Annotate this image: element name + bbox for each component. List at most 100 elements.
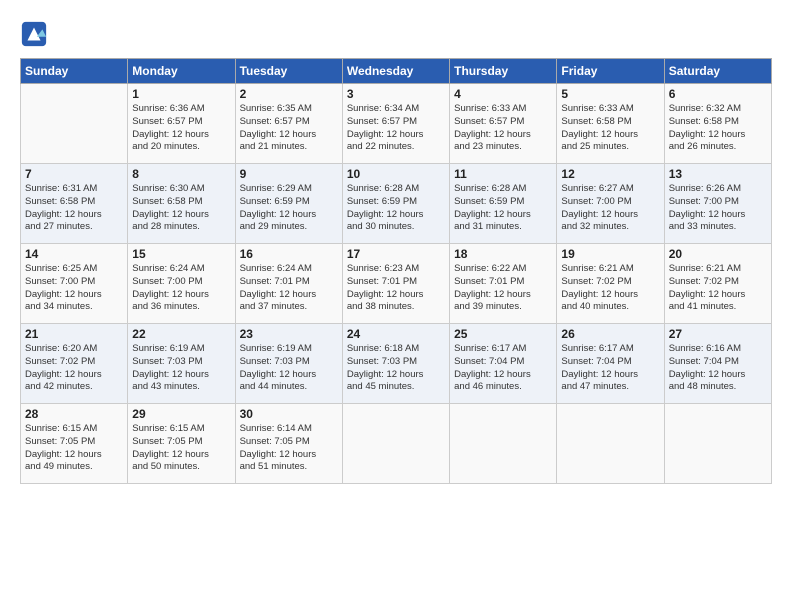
- calendar-cell: 29 Sunrise: 6:15 AM Sunset: 7:05 PM Dayli…: [128, 404, 235, 484]
- calendar-cell: [450, 404, 557, 484]
- day-info: Sunrise: 6:36 AM Sunset: 6:57 PM Dayligh…: [132, 103, 230, 154]
- page: SundayMondayTuesdayWednesdayThursdayFrid…: [0, 0, 792, 612]
- day-number: 19: [561, 247, 659, 261]
- day-info: Sunrise: 6:30 AM Sunset: 6:58 PM Dayligh…: [132, 183, 230, 234]
- calendar-week-row: 7 Sunrise: 6:31 AM Sunset: 6:58 PM Daylig…: [21, 164, 772, 244]
- calendar-cell: 21Sunrise: 6:20 AM Sunset: 7:02 PM Dayli…: [21, 324, 128, 404]
- day-info: Sunrise: 6:18 AM Sunset: 7:03 PM Dayligh…: [347, 343, 445, 394]
- calendar-week-row: 21Sunrise: 6:20 AM Sunset: 7:02 PM Dayli…: [21, 324, 772, 404]
- calendar-table: SundayMondayTuesdayWednesdayThursdayFrid…: [20, 58, 772, 484]
- calendar-cell: 28 Sunrise: 6:15 AM Sunset: 7:05 PM Dayli…: [21, 404, 128, 484]
- calendar-cell: 6 Sunrise: 6:32 AM Sunset: 6:58 PM Daylig…: [664, 84, 771, 164]
- calendar-cell: [664, 404, 771, 484]
- day-info: Sunrise: 6:21 AM Sunset: 7:02 PM Dayligh…: [669, 263, 767, 314]
- calendar-cell: 17 Sunrise: 6:23 AM Sunset: 7:01 PM Dayli…: [342, 244, 449, 324]
- weekday-header: Monday: [128, 59, 235, 84]
- calendar-cell: 7 Sunrise: 6:31 AM Sunset: 6:58 PM Daylig…: [21, 164, 128, 244]
- calendar-cell: 5Sunrise: 6:33 AM Sunset: 6:58 PM Daylig…: [557, 84, 664, 164]
- day-info: Sunrise: 6:24 AM Sunset: 7:00 PM Dayligh…: [132, 263, 230, 314]
- calendar-cell: 30 Sunrise: 6:14 AM Sunset: 7:05 PM Dayli…: [235, 404, 342, 484]
- calendar-cell: 15 Sunrise: 6:24 AM Sunset: 7:00 PM Dayli…: [128, 244, 235, 324]
- day-number: 1: [132, 87, 230, 101]
- calendar-cell: 9 Sunrise: 6:29 AM Sunset: 6:59 PM Daylig…: [235, 164, 342, 244]
- calendar-cell: [557, 404, 664, 484]
- weekday-header: Saturday: [664, 59, 771, 84]
- logo: [20, 20, 50, 48]
- calendar-cell: 10 Sunrise: 6:28 AM Sunset: 6:59 PM Dayli…: [342, 164, 449, 244]
- day-number: 24: [347, 327, 445, 341]
- calendar-cell: 14Sunrise: 6:25 AM Sunset: 7:00 PM Dayli…: [21, 244, 128, 324]
- day-info: Sunrise: 6:17 AM Sunset: 7:04 PM Dayligh…: [454, 343, 552, 394]
- day-number: 11: [454, 167, 552, 181]
- day-info: Sunrise: 6:33 AM Sunset: 6:57 PM Dayligh…: [454, 103, 552, 154]
- day-number: 10: [347, 167, 445, 181]
- logo-icon: [20, 20, 48, 48]
- calendar-cell: 8 Sunrise: 6:30 AM Sunset: 6:58 PM Daylig…: [128, 164, 235, 244]
- day-number: 29: [132, 407, 230, 421]
- calendar-cell: [342, 404, 449, 484]
- calendar-cell: 16Sunrise: 6:24 AM Sunset: 7:01 PM Dayli…: [235, 244, 342, 324]
- day-info: Sunrise: 6:32 AM Sunset: 6:58 PM Dayligh…: [669, 103, 767, 154]
- day-info: Sunrise: 6:17 AM Sunset: 7:04 PM Dayligh…: [561, 343, 659, 394]
- day-number: 8: [132, 167, 230, 181]
- day-number: 18: [454, 247, 552, 261]
- calendar-cell: 4Sunrise: 6:33 AM Sunset: 6:57 PM Daylig…: [450, 84, 557, 164]
- day-number: 15: [132, 247, 230, 261]
- weekday-header: Wednesday: [342, 59, 449, 84]
- day-number: 3: [347, 87, 445, 101]
- day-info: Sunrise: 6:28 AM Sunset: 6:59 PM Dayligh…: [454, 183, 552, 234]
- calendar-cell: 26 Sunrise: 6:17 AM Sunset: 7:04 PM Dayli…: [557, 324, 664, 404]
- day-info: Sunrise: 6:23 AM Sunset: 7:01 PM Dayligh…: [347, 263, 445, 314]
- calendar-cell: 1 Sunrise: 6:36 AM Sunset: 6:57 PM Daylig…: [128, 84, 235, 164]
- day-number: 12: [561, 167, 659, 181]
- weekday-header: Tuesday: [235, 59, 342, 84]
- calendar-cell: 22 Sunrise: 6:19 AM Sunset: 7:03 PM Dayli…: [128, 324, 235, 404]
- day-number: 13: [669, 167, 767, 181]
- calendar-cell: 3Sunrise: 6:34 AM Sunset: 6:57 PM Daylig…: [342, 84, 449, 164]
- header: [20, 20, 772, 48]
- day-info: Sunrise: 6:14 AM Sunset: 7:05 PM Dayligh…: [240, 423, 338, 474]
- day-number: 28: [25, 407, 123, 421]
- day-info: Sunrise: 6:19 AM Sunset: 7:03 PM Dayligh…: [240, 343, 338, 394]
- day-number: 17: [347, 247, 445, 261]
- calendar-cell: 19 Sunrise: 6:21 AM Sunset: 7:02 PM Dayli…: [557, 244, 664, 324]
- day-number: 30: [240, 407, 338, 421]
- weekday-header: Thursday: [450, 59, 557, 84]
- day-number: 26: [561, 327, 659, 341]
- calendar-cell: 23 Sunrise: 6:19 AM Sunset: 7:03 PM Dayli…: [235, 324, 342, 404]
- day-info: Sunrise: 6:31 AM Sunset: 6:58 PM Dayligh…: [25, 183, 123, 234]
- day-number: 16: [240, 247, 338, 261]
- calendar-cell: 11 Sunrise: 6:28 AM Sunset: 6:59 PM Dayli…: [450, 164, 557, 244]
- day-info: Sunrise: 6:28 AM Sunset: 6:59 PM Dayligh…: [347, 183, 445, 234]
- calendar-cell: [21, 84, 128, 164]
- day-info: Sunrise: 6:21 AM Sunset: 7:02 PM Dayligh…: [561, 263, 659, 314]
- calendar-cell: 18 Sunrise: 6:22 AM Sunset: 7:01 PM Dayli…: [450, 244, 557, 324]
- day-info: Sunrise: 6:22 AM Sunset: 7:01 PM Dayligh…: [454, 263, 552, 314]
- day-number: 14: [25, 247, 123, 261]
- day-number: 7: [25, 167, 123, 181]
- calendar-cell: 25 Sunrise: 6:17 AM Sunset: 7:04 PM Dayli…: [450, 324, 557, 404]
- day-number: 2: [240, 87, 338, 101]
- day-info: Sunrise: 6:16 AM Sunset: 7:04 PM Dayligh…: [669, 343, 767, 394]
- day-info: Sunrise: 6:15 AM Sunset: 7:05 PM Dayligh…: [132, 423, 230, 474]
- day-number: 27: [669, 327, 767, 341]
- day-number: 9: [240, 167, 338, 181]
- weekday-header: Sunday: [21, 59, 128, 84]
- calendar-week-row: 14Sunrise: 6:25 AM Sunset: 7:00 PM Dayli…: [21, 244, 772, 324]
- day-number: 20: [669, 247, 767, 261]
- weekday-header: Friday: [557, 59, 664, 84]
- day-number: 23: [240, 327, 338, 341]
- weekday-header-row: SundayMondayTuesdayWednesdayThursdayFrid…: [21, 59, 772, 84]
- day-info: Sunrise: 6:29 AM Sunset: 6:59 PM Dayligh…: [240, 183, 338, 234]
- day-info: Sunrise: 6:19 AM Sunset: 7:03 PM Dayligh…: [132, 343, 230, 394]
- day-number: 25: [454, 327, 552, 341]
- day-info: Sunrise: 6:20 AM Sunset: 7:02 PM Dayligh…: [25, 343, 123, 394]
- day-info: Sunrise: 6:15 AM Sunset: 7:05 PM Dayligh…: [25, 423, 123, 474]
- calendar-cell: 13 Sunrise: 6:26 AM Sunset: 7:00 PM Dayli…: [664, 164, 771, 244]
- day-number: 22: [132, 327, 230, 341]
- calendar-cell: 24 Sunrise: 6:18 AM Sunset: 7:03 PM Dayli…: [342, 324, 449, 404]
- day-number: 6: [669, 87, 767, 101]
- day-info: Sunrise: 6:33 AM Sunset: 6:58 PM Dayligh…: [561, 103, 659, 154]
- day-info: Sunrise: 6:27 AM Sunset: 7:00 PM Dayligh…: [561, 183, 659, 234]
- day-info: Sunrise: 6:26 AM Sunset: 7:00 PM Dayligh…: [669, 183, 767, 234]
